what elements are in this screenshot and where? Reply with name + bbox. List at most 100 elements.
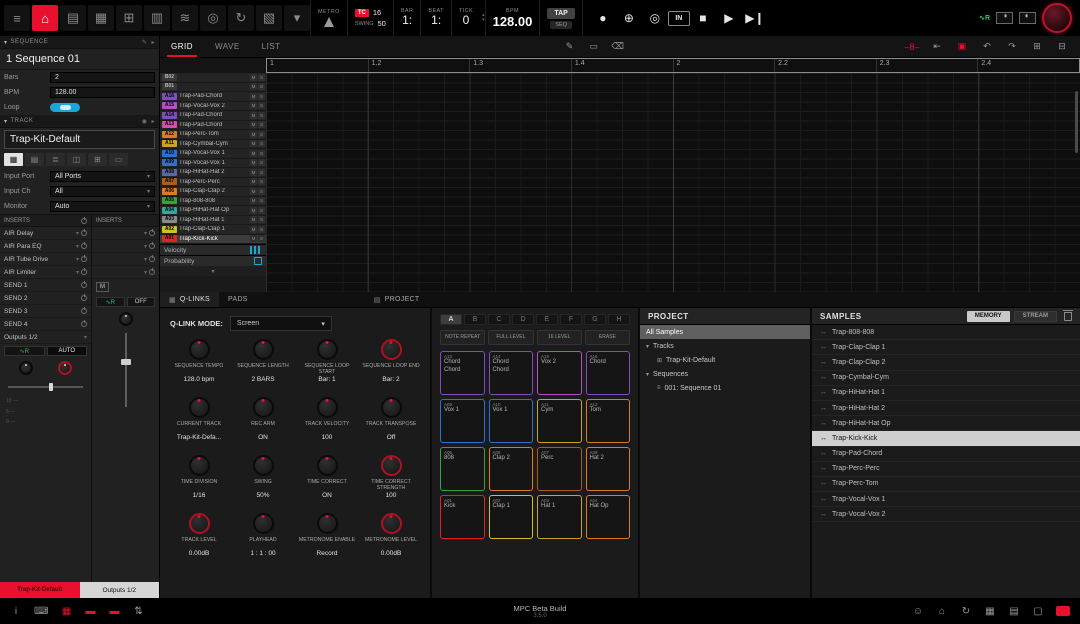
track-mute-button[interactable]: M <box>250 131 257 138</box>
empty-insert-slot[interactable]: ▾ <box>92 266 159 279</box>
record-ready-button[interactable]: ◎ <box>642 5 668 31</box>
track-solo-button[interactable]: S <box>258 83 265 90</box>
pad-layout-icon[interactable]: ▦ <box>4 153 23 166</box>
pad-bank-b[interactable]: B <box>464 314 486 325</box>
track-mute-button[interactable]: M <box>250 226 257 233</box>
list-view-icon[interactable]: ▤ <box>1008 606 1020 617</box>
sample-row[interactable]: ↔Trap-808-808 <box>812 325 1080 340</box>
note-repeat-button[interactable]: NOTE REPEAT <box>440 330 485 345</box>
chat-bubble-icon[interactable] <box>1056 606 1070 616</box>
track-row[interactable]: A06Trap-Clap-Clap 2MS <box>160 187 266 197</box>
power-icon[interactable] <box>81 230 87 236</box>
qlink-knob[interactable] <box>189 513 210 534</box>
step-grid-8-icon[interactable]: ‒8‒ <box>904 40 920 54</box>
pad-a12[interactable]: A12Tom <box>586 399 631 443</box>
track-row[interactable]: A11Trap-Cymbal-CymMS <box>160 140 266 150</box>
pad-a16[interactable]: A16Chord <box>586 351 631 395</box>
16-level-button[interactable]: 16 LEVEL <box>537 330 582 345</box>
list-edit-icon[interactable]: ▤ <box>60 5 86 31</box>
pad-bank-icon[interactable]: ▦ <box>60 606 72 617</box>
beat-value[interactable]: 1: <box>431 14 441 27</box>
erase-button[interactable]: ERASE <box>585 330 630 345</box>
sample-row[interactable]: ↔Trap-Clap-Clap 2 <box>812 355 1080 370</box>
seq-badge[interactable]: SEQ <box>550 21 572 29</box>
collapse-caret-icon[interactable]: ▾ <box>4 118 8 125</box>
track-row[interactable]: B02MS <box>160 73 266 83</box>
empty-insert-slot[interactable]: ▾ <box>92 227 159 240</box>
track-mute-button[interactable]: M <box>250 159 257 166</box>
panel-tab-q-links[interactable]: ▦Q-LINKS <box>160 292 219 307</box>
mixer-faders-icon[interactable]: ⇅ <box>132 606 144 617</box>
horizontal-slider[interactable] <box>8 386 83 388</box>
send-slot[interactable]: SEND 4 <box>0 318 91 331</box>
track-section-header[interactable]: ▾ TRACK ◉▸ <box>0 115 159 128</box>
track-tab[interactable]: Trap-Kit-Default <box>0 582 80 598</box>
trash-icon[interactable] <box>1064 312 1072 321</box>
track-mute-button[interactable]: M <box>250 74 257 81</box>
pad-a10[interactable]: A10Vox 1 <box>489 399 534 443</box>
velocity-lane-row[interactable]: Velocity <box>160 244 266 255</box>
project-item-all-samples[interactable]: All Samples <box>640 325 810 339</box>
track-row[interactable]: A07Trap-Perc-PercMS <box>160 178 266 188</box>
track-menu-icon[interactable]: ▸ <box>151 118 155 125</box>
track-mute-button[interactable]: M <box>250 178 257 185</box>
auto-button[interactable]: AUTO <box>47 346 88 356</box>
stop-button[interactable]: ■ <box>690 5 716 31</box>
sample-row[interactable]: ↔Trap-Pad-Chord <box>812 447 1080 462</box>
track-row[interactable]: A12Trap-Perc-TomMS <box>160 130 266 140</box>
sample-row[interactable]: ↔Trap-Vocal-Vox 1 <box>812 492 1080 507</box>
sequence-edit-icon[interactable]: ✎ <box>142 39 148 46</box>
track-solo-button[interactable]: S <box>258 188 265 195</box>
play-start-button[interactable]: ▶❙ <box>742 5 768 31</box>
screen-b-icon[interactable]: ▘ <box>1019 12 1036 24</box>
empty-insert-slot[interactable]: ▾ <box>92 253 159 266</box>
pad-a15[interactable]: A15Vox 2 <box>537 351 582 395</box>
qlink-knob[interactable] <box>381 455 402 476</box>
track-row[interactable]: A14Trap-Pad-ChordMS <box>160 111 266 121</box>
channel-mixer-icon[interactable]: ≋ <box>172 5 198 31</box>
bars-field[interactable]: 2 <box>50 72 155 83</box>
track-solo-button[interactable]: S <box>258 102 265 109</box>
sequence-menu-icon[interactable]: ▸ <box>151 39 155 46</box>
grid-scrollbar[interactable] <box>1075 91 1078 153</box>
qlink-knob[interactable] <box>253 339 274 360</box>
project-item-tracks[interactable]: ▾Tracks <box>640 339 810 353</box>
send-slot[interactable]: SEND 2 <box>0 292 91 305</box>
edit-tab-list[interactable]: LIST <box>251 36 292 57</box>
record-button[interactable]: ● <box>590 5 616 31</box>
home-small-icon[interactable]: ⌂ <box>936 606 948 617</box>
track-mute-button[interactable]: M <box>250 93 257 100</box>
jog-wheel[interactable] <box>1042 3 1072 33</box>
outputs-select[interactable]: Outputs 1/2▾ <box>0 331 91 344</box>
power-icon[interactable] <box>81 218 87 224</box>
monitor-select[interactable]: Auto▾ <box>50 201 155 212</box>
bar-value[interactable]: 1: <box>402 14 412 27</box>
track-mute-button[interactable]: M <box>250 235 257 242</box>
qlink-knob[interactable] <box>253 513 274 534</box>
pad-a02[interactable]: A02Clap 1 <box>489 495 534 539</box>
power-icon[interactable] <box>81 282 87 288</box>
eraser-icon[interactable]: ⌫ <box>610 40 626 54</box>
off-button[interactable]: OFF <box>127 297 156 307</box>
track-mute-button[interactable]: M <box>250 188 257 195</box>
sample-row[interactable]: ↔Trap-HiHat-Hat 2 <box>812 401 1080 416</box>
pad-a05[interactable]: A05808 <box>440 447 485 491</box>
timeline-ruler[interactable]: 11.21.31.422.22.32.4 <box>266 58 1080 73</box>
emoji-icon[interactable]: ☺ <box>912 606 924 617</box>
pad-bank-c[interactable]: C <box>488 314 510 325</box>
power-icon[interactable] <box>149 269 155 275</box>
qlink-knob[interactable] <box>253 397 274 418</box>
automation-read-button[interactable]: ∿R <box>4 346 45 356</box>
qlink-knob[interactable] <box>381 397 402 418</box>
pad-view-icon[interactable]: ▦ <box>984 606 996 617</box>
menu-icon[interactable]: ≡ <box>4 5 30 31</box>
pad-a03[interactable]: A03Hat 1 <box>537 495 582 539</box>
outputs-tab[interactable]: Outputs 1/2 <box>80 582 160 598</box>
track-mute-button[interactable]: M <box>250 112 257 119</box>
power-icon[interactable] <box>81 269 87 275</box>
track-solo-button[interactable]: S <box>258 112 265 119</box>
insert-slot[interactable]: AIR Tube Drive▾ <box>0 253 91 266</box>
sample-row[interactable]: ↔Trap-Vocal-Vox 2 <box>812 507 1080 522</box>
track-strip-icon[interactable]: ▬ <box>108 606 120 617</box>
sample-row[interactable]: ↔Trap-Perc-Tom <box>812 477 1080 492</box>
